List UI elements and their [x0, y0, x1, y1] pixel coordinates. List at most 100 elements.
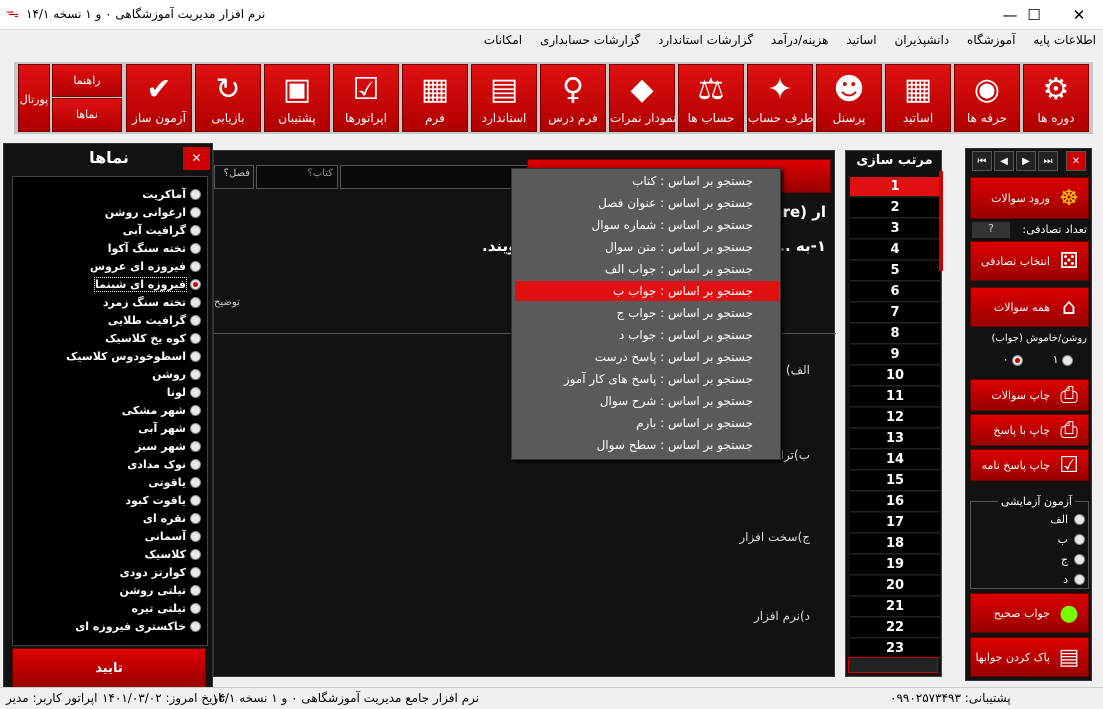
dropdown-item[interactable]: جستجو بر اساس : پاسخ درست	[515, 347, 779, 367]
theme-option[interactable]: فیروزه ای شبنما	[93, 275, 201, 293]
order-row[interactable]: 17	[850, 513, 940, 533]
dropdown-item[interactable]: جستجو بر اساس : عنوان فصل	[515, 193, 779, 213]
random-count-input[interactable]: ?	[972, 222, 1010, 238]
dropdown-item[interactable]: جستجو بر اساس : جواب ج	[515, 303, 779, 323]
toolbar-button-8[interactable]: ▤ استاندارد	[471, 64, 537, 132]
theme-option[interactable]: کوه یخ کلاسیک	[105, 329, 201, 347]
order-row[interactable]: 16	[850, 492, 940, 512]
toggle-off-radio[interactable]	[1012, 354, 1023, 366]
toolbar-button-9[interactable]: ▦ فرم	[402, 64, 468, 132]
order-row[interactable]: 22	[850, 618, 940, 638]
menu-item-accounting-reports[interactable]: گزارشات حسابداری	[533, 30, 647, 50]
theme-option[interactable]: گرافیت طلایی	[108, 311, 201, 329]
dropdown-item[interactable]: جستجو بر اساس : متن سوال	[515, 237, 779, 257]
theme-option[interactable]: لونا	[167, 383, 201, 401]
theme-option[interactable]: شهر مشکی	[122, 401, 201, 419]
toolbar-button-6[interactable]: ◆ نمودار نمرات	[609, 64, 676, 132]
print-questions-button[interactable]: ⎙ چاپ سوالات	[970, 379, 1089, 411]
trial-option[interactable]: د	[1063, 573, 1085, 586]
close-panel-icon[interactable]: ✕	[1066, 151, 1086, 171]
theme-radio[interactable]	[190, 602, 201, 614]
dropdown-item[interactable]: جستجو بر اساس : جواب ب	[515, 281, 779, 301]
order-row[interactable]: 23	[850, 639, 940, 659]
toggle-on-label[interactable]: ۱	[1053, 353, 1073, 366]
toolbar-button-13[interactable]: ✔ آزمون ساز	[126, 64, 192, 132]
toolbar-button-1[interactable]: ◉ حرفه ها	[954, 64, 1020, 132]
order-row[interactable]: 5	[850, 261, 940, 281]
theme-option[interactable]: تخته سنگ زمرد	[103, 293, 201, 311]
all-questions-button[interactable]: ⌂ همه سوالات	[970, 287, 1089, 327]
close-button[interactable]: ✕	[1056, 0, 1102, 30]
order-row[interactable]: 9	[850, 345, 940, 365]
theme-radio[interactable]	[190, 296, 201, 308]
theme-radio[interactable]	[190, 494, 201, 506]
clear-answers-button[interactable]: ▤ پاک کردن جوابها	[970, 637, 1089, 677]
dropdown-item[interactable]: جستجو بر اساس : پاسخ های کار آموز	[515, 369, 779, 389]
theme-option[interactable]: تیلتی تیره	[131, 599, 201, 617]
trial-option[interactable]: الف	[1050, 513, 1085, 526]
order-row[interactable]: 2	[850, 198, 940, 218]
dropdown-item[interactable]: جستجو بر اساس : بارم	[515, 413, 779, 433]
theme-option[interactable]: اسطوخودوس کلاسیک	[66, 347, 201, 365]
toggle-on-radio[interactable]	[1062, 354, 1073, 366]
order-header[interactable]: مرتب سازی	[848, 153, 941, 173]
order-row[interactable]: 19	[850, 555, 940, 575]
menu-item-base-info[interactable]: اطلاعات پایه	[1026, 30, 1103, 50]
theme-radio[interactable]	[190, 242, 201, 254]
menu-item-standard-reports[interactable]: گزارشات استاندارد	[651, 30, 760, 50]
theme-option[interactable]: ارغوانی روشن	[105, 203, 201, 221]
theme-radio[interactable]	[190, 224, 201, 236]
theme-option[interactable]: نوک مدادی	[127, 455, 201, 473]
print-with-answers-button[interactable]: ⎙ چاپ با پاسخ	[970, 414, 1089, 446]
theme-radio[interactable]	[190, 188, 201, 200]
theme-option[interactable]: شهر آبی	[138, 419, 201, 437]
theme-option[interactable]: شهر سبز	[135, 437, 201, 455]
theme-radio[interactable]	[190, 386, 201, 398]
theme-option[interactable]: آماکریت	[142, 185, 201, 203]
theme-radio[interactable]	[190, 206, 201, 218]
theme-radio[interactable]	[190, 548, 201, 560]
random-select-button[interactable]: ⚄ انتخاب تصادفی	[970, 241, 1089, 281]
theme-radio[interactable]	[190, 458, 201, 470]
enter-questions-button[interactable]: ☸ ورود سوالات	[970, 177, 1089, 219]
toolbar-button-11[interactable]: ▣ پشتیبان	[264, 64, 330, 132]
theme-radio[interactable]	[190, 278, 201, 290]
order-row[interactable]: 7	[850, 303, 940, 323]
chapter-filter-input[interactable]: فصل؟	[214, 165, 254, 189]
dropdown-item[interactable]: جستجو بر اساس : کتاب	[515, 171, 779, 191]
theme-option[interactable]: یاقوتی	[148, 473, 201, 491]
last-record-icon[interactable]: ⏭	[1038, 151, 1058, 171]
menu-item-features[interactable]: امکانات	[477, 30, 529, 50]
order-row[interactable]: 8	[850, 324, 940, 344]
theme-radio[interactable]	[190, 620, 201, 632]
theme-option[interactable]: تیلتی روشن	[120, 581, 201, 599]
theme-radio[interactable]	[190, 440, 201, 452]
toolbar-button-4[interactable]: ✦ طرف حساب	[747, 64, 814, 132]
theme-option[interactable]: کوارتز دودی	[120, 563, 201, 581]
order-row[interactable]: 18	[850, 534, 940, 554]
order-row[interactable]: 21	[850, 597, 940, 617]
theme-option[interactable]: گرافیت آبی	[123, 221, 201, 239]
theme-option[interactable]: تخته سنگ آکوا	[108, 239, 201, 257]
theme-radio[interactable]	[190, 404, 201, 416]
order-row[interactable]: 4	[850, 240, 940, 260]
trial-radio[interactable]	[1074, 534, 1085, 545]
toolbar-button-5[interactable]: ⚖ حساب ها	[678, 64, 744, 132]
theme-radio[interactable]	[190, 566, 201, 578]
theme-radio[interactable]	[190, 368, 201, 380]
guide-button[interactable]: راهنما	[52, 64, 122, 97]
dropdown-item[interactable]: جستجو بر اساس : سطح سوال	[515, 435, 779, 455]
dropdown-item[interactable]: جستجو بر اساس : شرح سوال	[515, 391, 779, 411]
views-button[interactable]: نماها	[52, 98, 122, 132]
theme-radio[interactable]	[190, 476, 201, 488]
theme-option[interactable]: فیروزه ای عروس	[90, 257, 201, 275]
first-record-icon[interactable]: ⏮	[972, 151, 992, 171]
themes-close-button[interactable]: ✕	[183, 147, 210, 170]
theme-radio[interactable]	[190, 314, 201, 326]
dropdown-item[interactable]: جستجو بر اساس : شماره سوال	[515, 215, 779, 235]
maximize-button[interactable]: ☐	[1011, 0, 1057, 30]
prev-record-icon[interactable]: ◀	[994, 151, 1014, 171]
order-row[interactable]: 14	[850, 450, 940, 470]
theme-option[interactable]: نقره ای	[143, 509, 201, 527]
correct-answer-button[interactable]: ● جواب صحیح	[970, 593, 1089, 633]
